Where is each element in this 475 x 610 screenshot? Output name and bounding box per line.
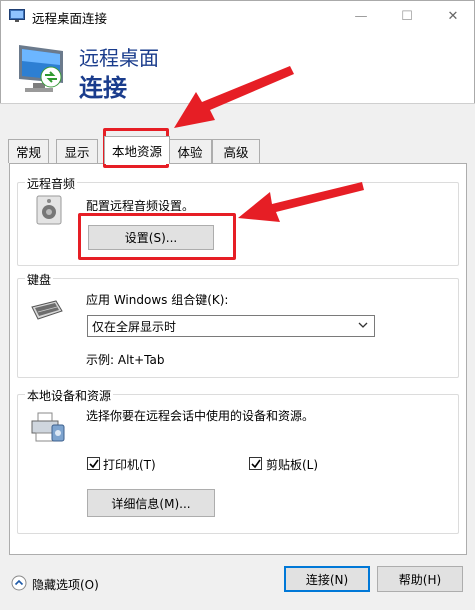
keyboard-combo-select[interactable]: 仅在全屏显示时 xyxy=(87,315,375,337)
tab-advanced[interactable]: 高级 xyxy=(212,139,260,163)
tab-local-resources[interactable]: 本地资源 xyxy=(104,136,170,164)
maximize-button[interactable]: ☐ xyxy=(384,1,430,32)
more-details-button-label: 详细信息(M)... xyxy=(111,496,191,511)
help-button-label: 帮助(H) xyxy=(398,572,442,587)
minimize-button[interactable]: — xyxy=(338,1,384,32)
printers-label[interactable]: 打印机(T) xyxy=(103,456,156,473)
collapse-options-icon[interactable] xyxy=(11,575,27,591)
keyboard-combo-label: 应用 Windows 组合键(K): xyxy=(86,293,229,307)
tab-experience-label: 体验 xyxy=(177,145,203,160)
keyboard-legend: 键盘 xyxy=(25,271,54,288)
help-button[interactable]: 帮助(H) xyxy=(377,566,463,592)
banner-title-line1: 远程桌面 xyxy=(79,46,159,70)
clipboard-checkbox[interactable] xyxy=(249,457,262,470)
header-banner: 远程桌面 连接 xyxy=(0,31,475,103)
tab-experience[interactable]: 体验 xyxy=(168,139,212,163)
maximize-icon: ☐ xyxy=(401,9,413,24)
banner-divider xyxy=(0,103,475,104)
keyboard-group: 键盘 应用 Windows 组合键(K): 仅在全屏显示时 示例: Alt+Ta… xyxy=(17,271,459,378)
local-devices-description: 选择你要在远程会话中使用的设备和资源。 xyxy=(86,409,315,423)
chevron-down-icon xyxy=(358,322,368,328)
local-resources-panel: 远程音频 配置远程音频设置。 设置(S)... 键盘 应用 Windows 组合… xyxy=(9,163,467,555)
checkmark-icon xyxy=(251,459,261,469)
minimize-icon: — xyxy=(354,9,368,24)
printer-devices-icon xyxy=(31,412,65,442)
audio-settings-button-label: 设置(S)... xyxy=(124,231,178,245)
tab-display[interactable]: 显示 xyxy=(56,139,98,163)
tab-local-resources-label: 本地资源 xyxy=(111,144,162,159)
remote-audio-group: 远程音频 配置远程音频设置。 设置(S)... xyxy=(17,175,459,266)
title-bar: 远程桌面连接 — ☐ ✕ xyxy=(0,0,475,31)
banner-title-line2: 连接 xyxy=(79,74,127,102)
more-details-button[interactable]: 详细信息(M)... xyxy=(87,489,215,517)
clipboard-label[interactable]: 剪贴板(L) xyxy=(266,456,318,473)
hide-options-link[interactable]: 隐藏选项(O) xyxy=(32,576,99,593)
local-devices-legend: 本地设备和资源 xyxy=(25,387,114,404)
window-title: 远程桌面连接 xyxy=(32,11,108,26)
remote-desktop-app-icon xyxy=(9,9,25,22)
keyboard-combo-selected: 仅在全屏显示时 xyxy=(92,319,177,334)
tab-general-label: 常规 xyxy=(15,145,41,160)
local-devices-group: 本地设备和资源 选择你要在远程会话中使用的设备和资源。 打印机(T) 剪贴板(L… xyxy=(17,387,459,534)
remote-audio-description: 配置远程音频设置。 xyxy=(86,199,195,213)
keyboard-icon xyxy=(31,300,63,320)
remote-desktop-logo-icon xyxy=(19,45,63,92)
close-icon: ✕ xyxy=(447,9,459,24)
tab-general[interactable]: 常规 xyxy=(8,139,49,163)
connect-button[interactable]: 连接(N) xyxy=(284,566,370,592)
keyboard-example: 示例: Alt+Tab xyxy=(86,353,165,367)
tab-display-label: 显示 xyxy=(64,145,90,160)
remote-audio-legend: 远程音频 xyxy=(25,175,78,192)
tab-advanced-label: 高级 xyxy=(223,145,249,160)
audio-settings-button[interactable]: 设置(S)... xyxy=(88,225,214,250)
printers-checkbox[interactable] xyxy=(87,457,100,470)
checkmark-icon xyxy=(89,459,99,469)
speaker-icon xyxy=(36,195,62,225)
connect-button-label: 连接(N) xyxy=(305,572,349,587)
close-button[interactable]: ✕ xyxy=(430,1,475,32)
